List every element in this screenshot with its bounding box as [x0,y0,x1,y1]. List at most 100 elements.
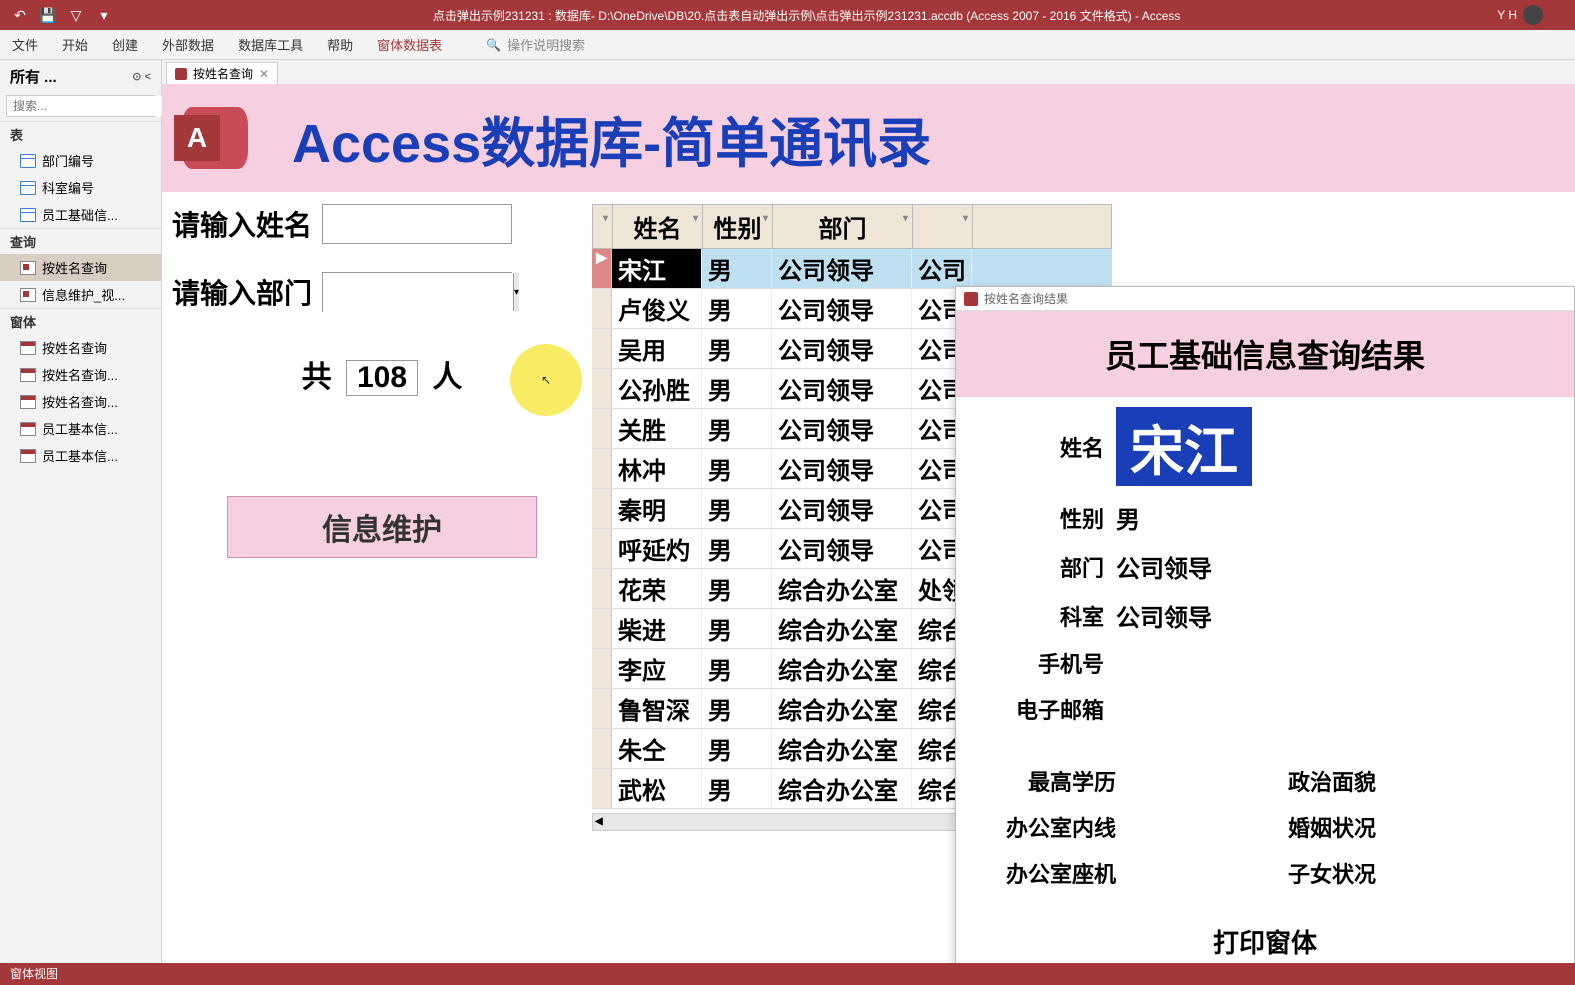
row-selector[interactable] [592,649,612,688]
maintenance-button[interactable]: 信息维护 [227,496,537,558]
cell-dept[interactable]: 公司领导 [772,409,912,448]
nav-group[interactable]: 窗体 [0,308,161,334]
cell-name[interactable]: 柴进 [612,609,702,648]
cell-name[interactable]: 秦明 [612,489,702,528]
cell-dept[interactable]: 综合办公室 [772,729,912,768]
nav-header[interactable]: 所有 ... ⊙ < [0,60,161,93]
cell-sex[interactable]: 男 [702,649,772,688]
cell-name[interactable]: 鲁智深 [612,689,702,728]
cell-sex[interactable]: 男 [702,329,772,368]
nav-collapse-icon[interactable]: ⊙ < [132,70,151,83]
row-selector[interactable] [592,449,612,488]
cell-name[interactable]: 武松 [612,769,702,808]
row-selector[interactable] [592,329,612,368]
cell-sex[interactable]: 男 [702,409,772,448]
undo-button[interactable]: ↶ [8,3,32,27]
tab-file[interactable]: 文件 [12,35,38,54]
col-name[interactable]: 姓名 [613,205,703,248]
cell-dept[interactable]: 公司领导 [772,329,912,368]
nav-search[interactable]: 🔍 [6,95,155,117]
row-selector[interactable] [592,369,612,408]
print-button[interactable]: 打印窗体 [976,923,1554,960]
cell-dept[interactable]: 公司领导 [772,449,912,488]
nav-item[interactable]: 按姓名查询 [0,254,161,281]
tab-help[interactable]: 帮助 [327,35,353,54]
cell-dept[interactable]: 综合办公室 [772,569,912,608]
tab-create[interactable]: 创建 [112,35,138,54]
row-selector[interactable] [592,769,612,808]
cell-sex[interactable]: 男 [702,369,772,408]
cell-dept[interactable]: 公司领导 [772,529,912,568]
cell-extra[interactable]: 公司 [912,249,972,288]
cell-name[interactable]: 朱仝 [612,729,702,768]
save-button[interactable]: 💾 [36,3,60,27]
cell-name[interactable]: 关胜 [612,409,702,448]
cell-dept[interactable]: 综合办公室 [772,649,912,688]
cell-dept[interactable]: 公司领导 [772,289,912,328]
nav-item[interactable]: 按姓名查询... [0,388,161,415]
cell-sex[interactable]: 男 [702,689,772,728]
cell-sex[interactable]: 男 [702,609,772,648]
col-extra[interactable] [913,205,973,248]
tab-formdata[interactable]: 窗体数据表 [377,35,442,54]
cell-name[interactable]: 公孙胜 [612,369,702,408]
cell-sex[interactable]: 男 [702,289,772,328]
row-selector[interactable] [592,689,612,728]
nav-item[interactable]: 部门编号 [0,147,161,174]
cell-sex[interactable]: 男 [702,729,772,768]
cell-sex[interactable]: 男 [702,529,772,568]
doc-tab[interactable]: 按姓名查询 ✕ [166,62,278,84]
dept-combo[interactable]: ▾ [322,272,512,312]
cell-sex[interactable]: 男 [702,769,772,808]
nav-item[interactable]: 按姓名查询... [0,361,161,388]
cell-dept[interactable]: 综合办公室 [772,689,912,728]
cell-name[interactable]: 林冲 [612,449,702,488]
name-input[interactable] [322,204,512,244]
row-selector[interactable] [592,609,612,648]
cell-dept[interactable]: 公司领导 [772,369,912,408]
tab-dbtools[interactable]: 数据库工具 [238,35,303,54]
row-selector[interactable] [592,489,612,528]
cell-name[interactable]: 花荣 [612,569,702,608]
cell-dept[interactable]: 综合办公室 [772,609,912,648]
cell-dept[interactable]: 综合办公室 [772,769,912,808]
row-selector[interactable] [592,289,612,328]
tell-me-search[interactable]: 操作说明搜索 [486,35,585,54]
dept-input[interactable] [323,273,513,313]
tab-home[interactable]: 开始 [62,35,88,54]
cell-name[interactable]: 卢俊义 [612,289,702,328]
row-selector[interactable] [592,569,612,608]
qat-more-button[interactable]: ▾ [92,3,116,27]
cell-name[interactable]: 呼延灼 [612,529,702,568]
nav-group[interactable]: 查询 [0,228,161,254]
cell-sex[interactable]: 男 [702,489,772,528]
nav-item[interactable]: 员工基本信... [0,442,161,469]
cell-dept[interactable]: 公司领导 [772,249,912,288]
nav-item[interactable]: 信息维护_视... [0,281,161,308]
nav-search-input[interactable] [7,96,174,116]
table-row[interactable]: ▶ 宋江 男 公司领导 公司 [592,249,1112,289]
close-icon[interactable]: ✕ [259,67,269,81]
cell-sex[interactable]: 男 [702,569,772,608]
col-sex[interactable]: 性别 [703,205,773,248]
col-dept[interactable]: 部门 [773,205,913,248]
cell-name[interactable]: 吴用 [612,329,702,368]
user-area[interactable]: Y H [1497,5,1567,25]
row-selector[interactable] [592,729,612,768]
tab-external[interactable]: 外部数据 [162,35,214,54]
cell-name[interactable]: 李应 [612,649,702,688]
nav-item[interactable]: 科室编号 [0,174,161,201]
row-selector[interactable]: ▶ [592,249,612,288]
nav-item[interactable]: 员工基础信... [0,201,161,228]
chevron-down-icon[interactable]: ▾ [513,273,519,311]
cell-sex[interactable]: 男 [702,249,772,288]
cell-sex[interactable]: 男 [702,449,772,488]
row-selector[interactable] [592,529,612,568]
cell-dept[interactable]: 公司领导 [772,489,912,528]
popup-titlebar[interactable]: 按姓名查询结果 [956,287,1574,311]
nav-group[interactable]: 表 [0,121,161,147]
nav-item[interactable]: 按姓名查询 [0,334,161,361]
filter-button[interactable]: ▽ [64,3,88,27]
cell-name[interactable]: 宋江 [612,249,702,288]
nav-item[interactable]: 员工基本信... [0,415,161,442]
